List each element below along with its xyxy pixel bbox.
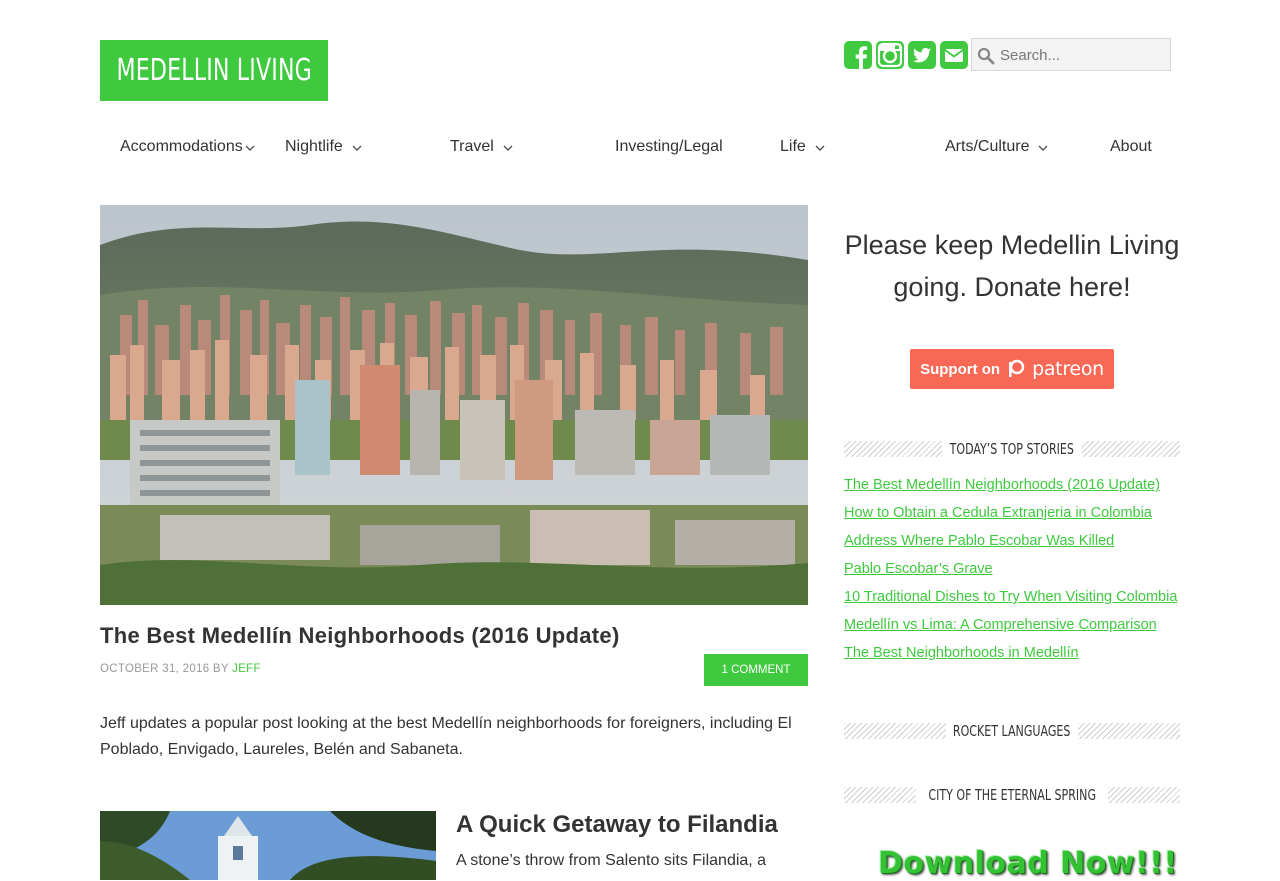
story-link[interactable]: Address Where Pablo Escobar Was Killed xyxy=(844,533,1114,549)
download-now-banner[interactable]: Download Now!!! xyxy=(878,846,1178,881)
nav-label: About xyxy=(1110,138,1152,155)
search-icon xyxy=(977,47,995,65)
post-meta: OCTOBER 31, 2016 BY JEFF xyxy=(100,663,261,675)
post2-title[interactable]: A Quick Getaway to Filandia xyxy=(456,811,778,839)
widget-title-top-stories: TODAY’S TOP STORIES xyxy=(844,439,1180,459)
list-item: The Best Medellín Neighborhoods (2016 Up… xyxy=(844,474,1180,496)
post-by: BY xyxy=(212,663,229,675)
nav-about[interactable]: About xyxy=(1110,138,1152,156)
nav-label: Nightlife xyxy=(285,138,343,155)
chevron-down-icon xyxy=(503,145,513,151)
patreon-icon xyxy=(1009,359,1025,377)
nav-label: Life xyxy=(780,138,806,155)
nav-arts-culture[interactable]: Arts/Culture xyxy=(945,138,1048,156)
widget-title-rocket-languages: ROCKET LANGUAGES xyxy=(844,721,1181,741)
story-link[interactable]: The Best Neighborhoods in Medellín xyxy=(844,645,1079,661)
social-icons xyxy=(844,41,968,69)
list-item: Medellín vs Lima: A Comprehensive Compar… xyxy=(844,614,1180,636)
top-stories-list: The Best Medellín Neighborhoods (2016 Up… xyxy=(844,474,1180,670)
post2-excerpt: A stone’s throw from Salento sits Filand… xyxy=(456,852,767,869)
site-logo[interactable]: MEDELLIN LIVING xyxy=(100,40,328,101)
story-link[interactable]: 10 Traditional Dishes to Try When Visiti… xyxy=(844,589,1177,605)
story-link[interactable]: Medellín vs Lima: A Comprehensive Compar… xyxy=(844,617,1157,633)
instagram-icon[interactable] xyxy=(876,41,904,69)
nav-investing-legal[interactable]: Investing/Legal xyxy=(615,138,723,156)
site-logo-text: MEDELLIN LIVING xyxy=(116,53,312,88)
post-date: OCTOBER 31, 2016 xyxy=(100,663,210,675)
post-thumbnail-image[interactable] xyxy=(100,811,436,880)
chevron-down-icon xyxy=(1038,145,1048,151)
nav-label: Travel xyxy=(450,138,494,155)
list-item: Pablo Escobar’s Grave xyxy=(844,558,1180,580)
patreon-brand: patreon xyxy=(1032,358,1104,380)
chevron-down-icon xyxy=(815,145,825,151)
list-item: The Best Neighborhoods in Medellín xyxy=(844,642,1180,664)
title-hatch-right xyxy=(1077,723,1181,739)
post-author-link[interactable]: JEFF xyxy=(232,663,261,675)
search-input[interactable] xyxy=(1000,44,1160,66)
chevron-down-icon xyxy=(245,145,255,151)
post-excerpt: Jeff updates a popular post looking at t… xyxy=(100,715,792,758)
patreon-support-label: Support on xyxy=(920,360,1001,378)
post-title[interactable]: The Best Medellín Neighborhoods (2016 Up… xyxy=(100,623,620,649)
chevron-down-icon xyxy=(352,145,362,151)
title-hatch-left xyxy=(844,441,943,457)
widget-title-text: TODAY’S TOP STORIES xyxy=(949,440,1075,458)
search-box[interactable] xyxy=(971,38,1171,71)
donate-text: Please keep Medellin Living going. Donat… xyxy=(844,230,1180,302)
nav-label: Accommodations xyxy=(120,138,243,155)
title-hatch-left xyxy=(844,723,947,739)
comments-button[interactable]: 1 COMMENT xyxy=(704,654,808,686)
patreon-support-button[interactable]: Support on patreon xyxy=(910,349,1114,389)
nav-travel[interactable]: Travel xyxy=(450,138,513,156)
widget-title-eternal-spring: CITY OF THE ETERNAL SPRING xyxy=(844,785,1180,805)
nav-accommodations[interactable]: Accommodations xyxy=(120,138,255,156)
story-link[interactable]: How to Obtain a Cedula Extranjeria in Co… xyxy=(844,505,1152,521)
nav-nightlife[interactable]: Nightlife xyxy=(285,138,362,156)
nav-life[interactable]: Life xyxy=(780,138,825,156)
title-hatch-right xyxy=(1081,441,1180,457)
hero-cityscape-image[interactable] xyxy=(100,205,808,605)
list-item: How to Obtain a Cedula Extranjeria in Co… xyxy=(844,502,1180,524)
twitter-icon[interactable] xyxy=(908,41,936,69)
list-item: Address Where Pablo Escobar Was Killed xyxy=(844,530,1180,552)
title-hatch-left xyxy=(844,787,916,803)
widget-title-text: ROCKET LANGUAGES xyxy=(953,722,1071,740)
story-link[interactable]: The Best Medellín Neighborhoods (2016 Up… xyxy=(844,477,1160,493)
nav-label: Investing/Legal xyxy=(615,138,723,155)
widget-title-text: CITY OF THE ETERNAL SPRING xyxy=(928,786,1096,804)
envelope-icon[interactable] xyxy=(940,41,968,69)
nav-label: Arts/Culture xyxy=(945,138,1030,155)
facebook-icon[interactable] xyxy=(844,41,872,69)
story-link[interactable]: Pablo Escobar’s Grave xyxy=(844,561,993,577)
title-hatch-right xyxy=(1108,787,1180,803)
list-item: 10 Traditional Dishes to Try When Visiti… xyxy=(844,586,1180,608)
